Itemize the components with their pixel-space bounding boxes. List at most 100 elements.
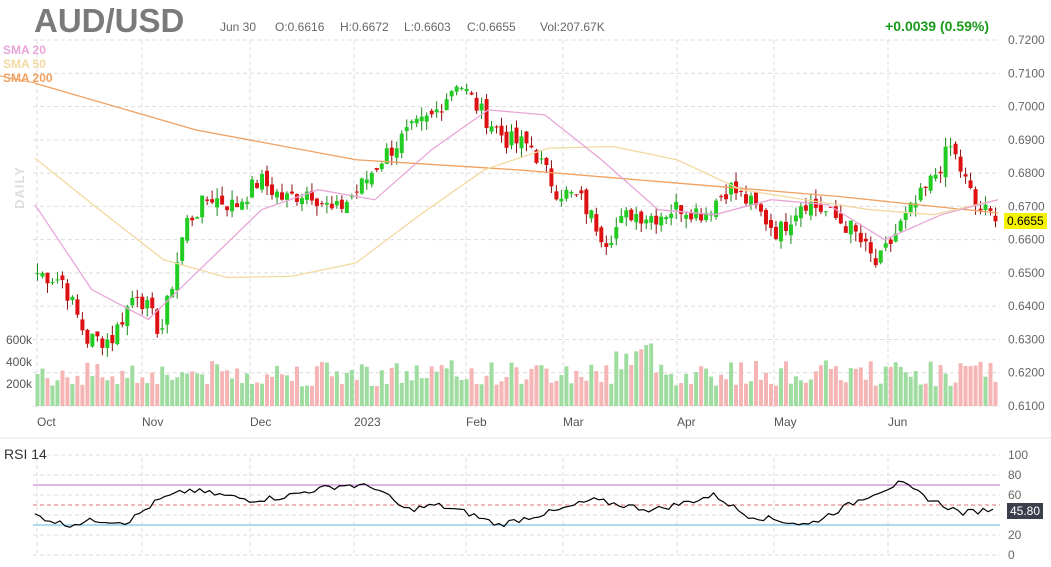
candle xyxy=(314,198,319,207)
candle xyxy=(240,201,245,210)
volume-tick-label: 400k xyxy=(6,355,33,369)
volume-bar xyxy=(514,367,519,406)
x-tick-label: May xyxy=(774,415,797,429)
volume-bar xyxy=(788,383,793,406)
candle xyxy=(843,226,848,233)
volume-bar xyxy=(195,373,200,406)
volume-bar xyxy=(274,365,279,406)
volume-bar xyxy=(245,373,250,406)
volume-bar xyxy=(674,385,679,406)
candle xyxy=(434,109,439,113)
volume-bar xyxy=(574,370,579,406)
volume-bar xyxy=(369,385,374,406)
candle xyxy=(255,183,260,188)
candle xyxy=(364,179,369,184)
volume-bar xyxy=(908,376,913,406)
volume-bar xyxy=(299,386,304,406)
volume-bar xyxy=(793,376,798,406)
candle xyxy=(958,156,963,172)
volume-bar xyxy=(724,379,729,406)
candle xyxy=(454,86,459,92)
volume-bar xyxy=(569,383,574,406)
volume-bar xyxy=(519,383,524,406)
candle xyxy=(230,199,235,212)
volume-bar xyxy=(75,375,80,406)
volume-bar xyxy=(255,382,260,406)
volume-bar xyxy=(963,366,968,406)
volume-bar xyxy=(180,372,185,406)
volume-bar xyxy=(479,384,484,406)
volume-bar xyxy=(709,376,714,406)
volume-bar xyxy=(749,381,754,406)
y-tick-label: 0.6500 xyxy=(1008,266,1045,280)
candle xyxy=(65,283,70,301)
volume-bar xyxy=(499,381,504,406)
candle xyxy=(215,198,220,208)
candle xyxy=(45,272,50,284)
volume-bar xyxy=(893,362,898,406)
volume-bar xyxy=(564,366,569,406)
volume-bar xyxy=(319,361,324,406)
candle xyxy=(369,173,374,185)
volume-bar xyxy=(70,384,75,406)
volume-bar xyxy=(714,385,719,406)
volume-bar xyxy=(649,343,654,406)
candle xyxy=(399,133,404,154)
volume-bar xyxy=(115,384,120,406)
volume-bar xyxy=(454,376,459,406)
volume-bar xyxy=(145,383,150,406)
volume-bar xyxy=(250,383,255,406)
candle xyxy=(274,191,279,198)
chart-canvas[interactable]: 0.72000.71000.70000.69000.68000.67000.66… xyxy=(0,0,1051,567)
volume-bar xyxy=(364,366,369,406)
y-tick-label: 0.7000 xyxy=(1008,100,1045,114)
candle xyxy=(260,173,265,190)
volume-bar xyxy=(754,361,759,406)
volume-bar xyxy=(210,361,215,406)
candle xyxy=(594,214,599,232)
candle xyxy=(554,191,559,200)
volume-bar xyxy=(185,373,190,406)
candle xyxy=(319,203,324,205)
volume-bar xyxy=(584,380,589,406)
volume-bar xyxy=(459,379,464,406)
volume-bar xyxy=(763,372,768,406)
rsi-line xyxy=(34,480,994,528)
volume-bar xyxy=(888,366,893,406)
candle xyxy=(354,191,359,193)
candle xyxy=(80,319,85,331)
legend-sma200: SMA 200 xyxy=(3,71,53,85)
volume-bar xyxy=(729,362,734,406)
x-tick-label: Nov xyxy=(142,415,163,429)
candle xyxy=(245,201,250,205)
rsi-tick-label: 20 xyxy=(1008,528,1022,542)
volume-bar xyxy=(838,380,843,406)
volume-bar xyxy=(524,379,529,406)
volume-bar xyxy=(304,385,309,406)
y-tick-label: 0.7100 xyxy=(1008,66,1045,80)
candle xyxy=(424,115,429,122)
candle xyxy=(858,232,863,243)
candle xyxy=(873,258,878,266)
candle xyxy=(659,216,664,226)
volume-bar xyxy=(175,377,180,406)
candle xyxy=(943,146,948,178)
volume-bar xyxy=(659,364,664,406)
candle xyxy=(868,242,873,254)
volume-bar xyxy=(938,365,943,406)
volume-bar xyxy=(225,370,230,406)
volume-bar xyxy=(309,385,314,406)
volume-bar xyxy=(843,382,848,406)
volume-bar xyxy=(549,382,554,406)
candle xyxy=(674,201,679,210)
volume-bar xyxy=(684,374,689,406)
candle xyxy=(329,203,334,209)
volume-bar xyxy=(215,364,220,406)
candle xyxy=(923,186,928,189)
candle xyxy=(888,239,893,244)
candle xyxy=(70,296,75,301)
volume-bar xyxy=(90,376,95,406)
volume-bar xyxy=(768,383,773,406)
candle xyxy=(150,297,155,309)
candle xyxy=(160,328,165,330)
